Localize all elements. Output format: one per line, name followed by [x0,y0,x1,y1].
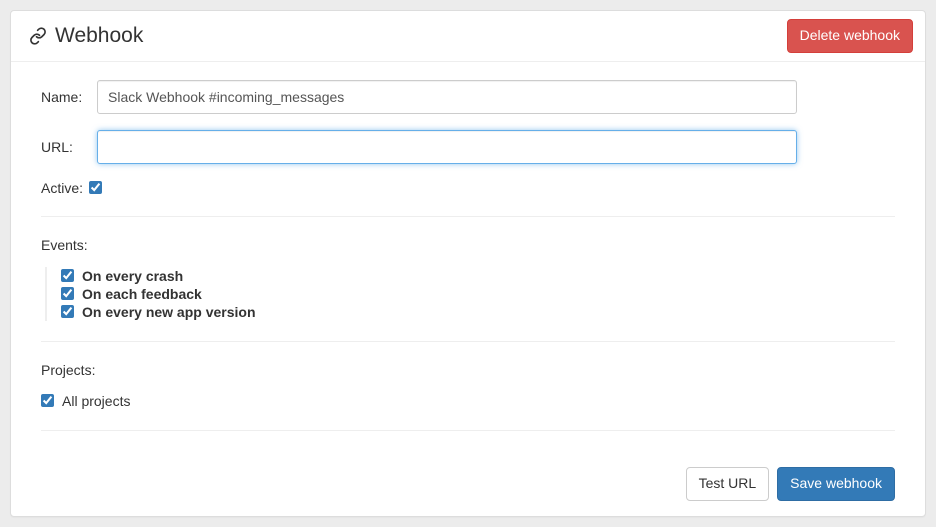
events-section-label: Events: [41,237,895,253]
active-checkbox[interactable] [89,181,102,194]
projects-all-row: All projects [41,392,895,410]
event-feedback-checkbox[interactable] [61,287,74,300]
name-input[interactable] [97,80,797,114]
events-group: On every crash On each feedback On every… [45,267,895,321]
url-label: URL: [41,139,97,155]
page-title: Webhook [55,24,143,48]
active-label: Active: [41,180,83,196]
event-crash-checkbox[interactable] [61,269,74,282]
all-projects-checkbox[interactable] [41,394,54,407]
test-url-button[interactable]: Test URL [686,467,770,501]
event-item: On every crash [61,267,895,285]
link-icon [29,27,47,45]
all-projects-label: All projects [62,393,130,409]
separator [41,430,895,431]
active-row: Active: [41,180,895,196]
event-label: On every crash [82,268,183,284]
projects-section-label: Projects: [41,362,895,378]
url-row: URL: [41,130,895,164]
separator [41,216,895,217]
name-label: Name: [41,89,97,105]
url-input[interactable] [97,130,797,164]
panel-title-wrap: Webhook [29,24,143,48]
event-item: On each feedback [61,285,895,303]
webhook-panel: Webhook Delete webhook Name: URL: Active… [10,10,926,517]
name-row: Name: [41,80,895,114]
separator [41,341,895,342]
panel-header: Webhook Delete webhook [11,11,925,62]
delete-webhook-button[interactable]: Delete webhook [787,19,913,53]
save-webhook-button[interactable]: Save webhook [777,467,895,501]
panel-body: Name: URL: Active: Events: On every cras… [11,62,925,516]
event-new-version-checkbox[interactable] [61,305,74,318]
event-label: On every new app version [82,304,256,320]
footer-actions: Test URL Save webhook [41,451,895,501]
event-item: On every new app version [61,303,895,321]
event-label: On each feedback [82,286,202,302]
